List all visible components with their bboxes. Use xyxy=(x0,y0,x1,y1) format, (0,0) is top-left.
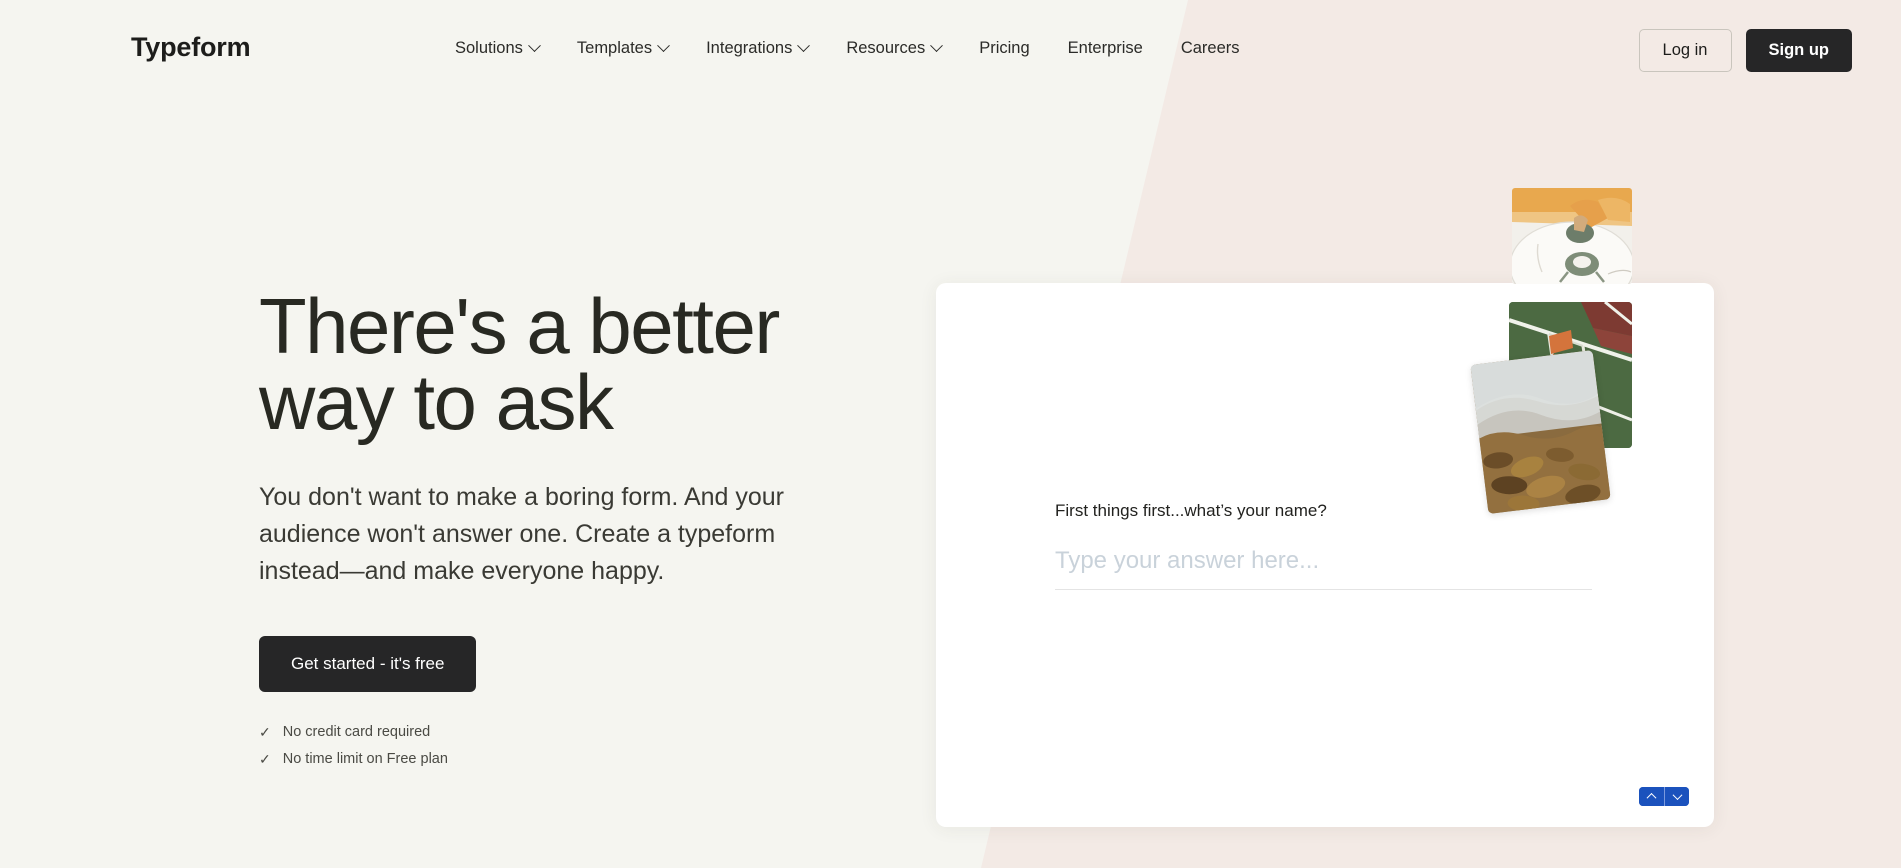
hero-section: There's a better way to ask You don't wa… xyxy=(259,287,879,775)
hero-title-line-2: way to ask xyxy=(259,358,614,447)
site-header: Typeform Solutions Templates Integration… xyxy=(0,0,1901,86)
chevron-down-icon xyxy=(657,39,670,52)
chevron-down-icon[interactable] xyxy=(1664,787,1689,806)
question-block: First things first...what’s your name? xyxy=(1055,501,1595,590)
nav-item-solutions[interactable]: Solutions xyxy=(455,39,541,57)
chevron-down-glyph xyxy=(1672,790,1682,801)
brand-logo[interactable]: Typeform xyxy=(131,32,251,63)
answer-input[interactable] xyxy=(1055,547,1592,575)
main-navigation: Solutions Templates Integrations Resourc… xyxy=(455,39,1240,57)
list-item: ✓ No time limit on Free plan xyxy=(259,748,879,771)
signup-button[interactable]: Sign up xyxy=(1745,29,1852,72)
chevron-up-icon[interactable] xyxy=(1639,787,1664,806)
nav-item-label: Templates xyxy=(576,39,653,57)
nav-item-pricing[interactable]: Pricing xyxy=(979,40,1029,57)
nav-item-resources[interactable]: Resources xyxy=(846,39,944,57)
get-started-button[interactable]: Get started - it's free xyxy=(259,635,477,692)
perks-list: ✓ No credit card required ✓ No time limi… xyxy=(259,721,879,771)
check-icon: ✓ xyxy=(259,751,271,768)
nav-item-label: Integrations xyxy=(706,39,793,57)
form-navigation-arrows xyxy=(1639,787,1689,806)
page-root: Typeform Solutions Templates Integration… xyxy=(0,0,1901,868)
auth-actions: Log in Sign up xyxy=(1638,29,1852,72)
nav-item-enterprise[interactable]: Enterprise xyxy=(1068,40,1143,57)
page-title: There's a better way to ask xyxy=(259,287,879,441)
list-item: ✓ No credit card required xyxy=(259,721,879,744)
chevron-down-icon xyxy=(797,39,811,52)
chevron-up-glyph xyxy=(1646,792,1657,803)
hero-title-line-1: There's a better xyxy=(259,282,780,370)
nav-item-careers[interactable]: Careers xyxy=(1181,40,1240,57)
nav-item-label: Careers xyxy=(1180,39,1240,57)
perk-label: No time limit on Free plan xyxy=(282,751,448,768)
chevron-down-icon xyxy=(930,39,944,52)
perk-label: No credit card required xyxy=(282,723,431,740)
chevron-down-icon xyxy=(528,39,541,52)
nav-item-templates[interactable]: Templates xyxy=(576,39,670,57)
photo-pottery-wheel xyxy=(1512,188,1632,284)
nav-item-label: Pricing xyxy=(979,39,1030,57)
nav-item-label: Enterprise xyxy=(1067,39,1143,57)
photo-autumn-leaves xyxy=(1470,350,1611,514)
check-icon: ✓ xyxy=(259,724,271,741)
hero-subtitle: You don't want to make a boring form. An… xyxy=(259,482,784,585)
nav-item-integrations[interactable]: Integrations xyxy=(706,39,811,57)
answer-field-wrapper xyxy=(1055,547,1592,590)
nav-item-label: Solutions xyxy=(455,39,523,57)
nav-item-label: Resources xyxy=(846,39,926,57)
login-button[interactable]: Log in xyxy=(1638,29,1732,72)
